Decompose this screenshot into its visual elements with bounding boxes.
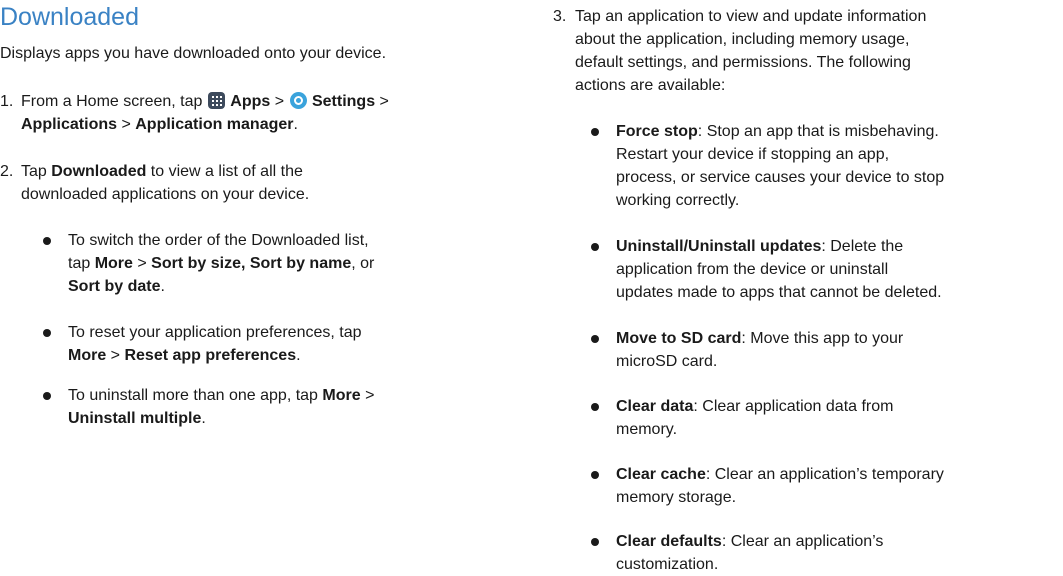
action-desc: : Delete the [821,238,904,255]
step-text: From a Home screen, tap Apps > Settings … [21,90,501,136]
bullet-dot [591,538,599,546]
applications-label: Applications [21,116,118,133]
action-name: Clear data [616,398,694,415]
action-name: Force stop [616,123,698,140]
bullet-text-part: , or [351,255,375,272]
bullet-dot [43,237,51,245]
reset-app-preferences-label: Reset app preferences [124,347,297,364]
sort-by-date-label: Sort by date [68,278,161,295]
period: . [160,278,165,295]
action-text: Force stop: Stop an app that is misbehav… [616,120,944,212]
action-name: Clear defaults [616,533,722,550]
bullet-line: To reset your application preferences, t… [68,324,362,341]
action-text: Clear cache: Clear an application’s temp… [616,463,944,509]
action-desc-line: customization. [616,556,719,573]
more-label: More [68,347,107,364]
step-number: 3. [553,8,567,25]
action-text: Move to SD card: Move this app to your m… [616,327,903,373]
action-desc: : Stop an app that is misbehaving. [697,123,939,140]
action-text: Uninstall/Uninstall updates: Delete the … [616,235,942,304]
bullet-line: To switch the order of the Downloaded li… [68,232,369,249]
separator: > [117,116,136,133]
step-number: 2. [0,163,14,180]
action-name: Uninstall/Uninstall updates [616,238,822,255]
more-label: More [94,255,133,272]
action-desc-line: memory. [616,421,678,438]
section-title: Downloaded [0,3,139,31]
uninstall-multiple-label: Uninstall multiple [68,410,202,427]
separator: > [360,387,375,404]
bullet-dot [591,335,599,343]
apps-label: Apps [230,93,271,110]
bullet-dot [591,243,599,251]
action-desc: : Clear an application’s temporary [705,466,944,483]
action-desc-line: microSD card. [616,353,718,370]
step-text-part: Tap [21,163,52,180]
action-desc-line: application from the device or uninstall [616,261,889,278]
settings-label: Settings [311,93,376,110]
step-number: 1. [0,93,14,110]
action-desc: : Clear application data from [693,398,894,415]
apps-grid-icon [207,92,225,109]
separator: > [375,93,389,110]
action-text: Clear defaults: Clear an application’s c… [616,530,883,576]
action-desc-line: Restart your device if stopping an app, [616,146,890,163]
bullet-text-part: To uninstall more than one app, tap [68,387,323,404]
step-text-line: Tap an application to view and update in… [575,8,927,25]
step-text: Tap an application to view and update in… [575,5,1055,97]
bullet-text: To reset your application preferences, t… [68,321,362,367]
separator: > [106,347,125,364]
bullet-dot [591,471,599,479]
section-intro: Displays apps you have downloaded onto y… [0,45,387,62]
action-text: Clear data: Clear application data from … [616,395,893,441]
settings-gear-icon [289,92,307,109]
action-desc: : Move this app to your [741,330,904,347]
step-text-part: From a Home screen, tap [21,93,207,110]
more-label: More [322,387,361,404]
application-manager-label: Application manager [135,116,294,133]
period: . [293,116,298,133]
bullet-text: To switch the order of the Downloaded li… [68,229,374,298]
action-desc-line: memory storage. [616,489,737,506]
period: . [296,347,301,364]
bullet-text: To uninstall more than one app, tap More… [68,384,374,430]
bullet-dot [591,403,599,411]
action-name: Move to SD card [616,330,742,347]
step-text-line: actions are available: [575,77,726,94]
action-desc-line: working correctly. [616,192,740,209]
downloaded-label: Downloaded [51,163,147,180]
step-text: Tap Downloaded to view a list of all the… [21,160,501,206]
bullet-dot [591,128,599,136]
action-desc: : Clear an application’s [721,533,884,550]
bullet-dot [43,329,51,337]
step-text-line: downloaded applications on your device. [21,186,310,203]
bullet-text-part: tap [68,255,95,272]
action-name: Clear cache [616,466,706,483]
action-desc-line: updates made to apps that cannot be dele… [616,284,942,301]
sort-options-label: Sort by size, Sort by name [151,255,352,272]
bullet-dot [43,392,51,400]
step-text-line: default settings, and permissions. The f… [575,54,911,71]
action-desc-line: process, or service causes your device t… [616,169,945,186]
period: . [201,410,206,427]
step-text-part: to view a list of all the [146,163,303,180]
step-text-line: about the application, including memory … [575,31,910,48]
separator: > [270,93,289,110]
separator: > [132,255,152,272]
